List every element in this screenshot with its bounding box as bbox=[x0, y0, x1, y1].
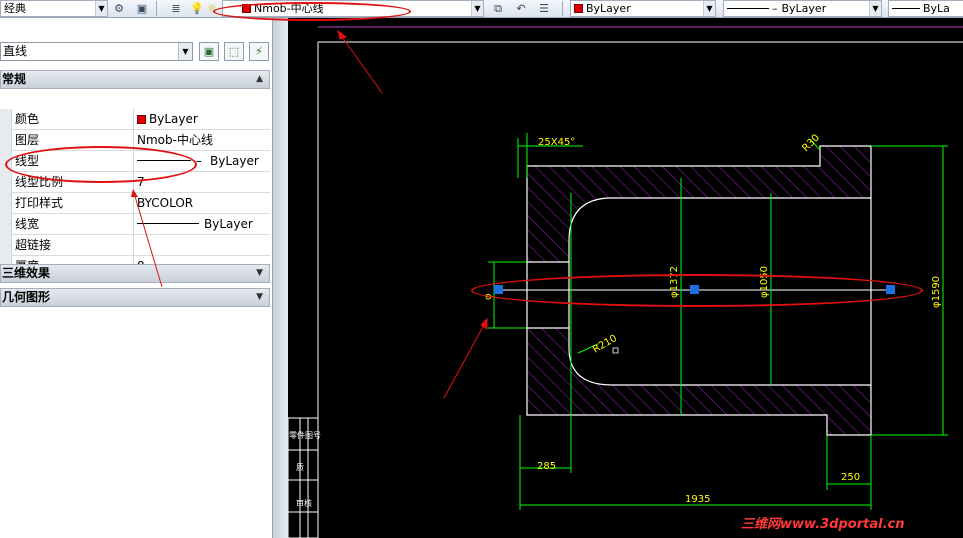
hatch-lower bbox=[527, 328, 871, 435]
make-current-layer-icon[interactable]: ⧉ bbox=[490, 1, 506, 16]
dim-r30: R30 bbox=[800, 132, 822, 154]
dim-1935: 1935 bbox=[685, 494, 710, 505]
lineweight-value: ByLa bbox=[923, 2, 950, 15]
layer-properties-icon[interactable]: ≣ bbox=[168, 1, 184, 16]
dim-r210: R210 bbox=[591, 333, 619, 356]
toolbar-divider bbox=[562, 1, 563, 16]
section-geometry-label: 几何图形 bbox=[2, 290, 51, 304]
chevron-down-icon: ▼ bbox=[703, 1, 715, 16]
section-general-label: 常规 bbox=[2, 72, 27, 86]
expand-icon: ▼ bbox=[256, 292, 263, 302]
collapse-icon: ▲ bbox=[256, 74, 263, 84]
toggle-pickadd-icon[interactable]: ▣ bbox=[199, 42, 219, 61]
workspace-settings-icon[interactable]: ▣ bbox=[134, 1, 150, 16]
annotation-ellipse-centerline bbox=[471, 274, 923, 307]
select-objects-icon[interactable]: ⬚ bbox=[224, 42, 244, 61]
color-swatch bbox=[574, 4, 583, 13]
annotation-ellipse-layer bbox=[213, 2, 411, 21]
expand-icon: ▼ bbox=[256, 268, 263, 278]
chevron-down-icon: ▼ bbox=[471, 1, 483, 16]
dim-chamfer: 25X45° bbox=[538, 137, 575, 148]
layer-state-icon[interactable]: ☰ bbox=[536, 1, 552, 16]
section-general[interactable]: 常规 ▲ bbox=[0, 70, 270, 89]
property-row-color[interactable]: 颜色 ByLayer bbox=[0, 109, 270, 130]
property-value-color[interactable]: ByLayer bbox=[137, 109, 270, 130]
property-value-layer[interactable]: Nmob-中心线 bbox=[137, 130, 270, 151]
object-type-dropdown[interactable]: 直线 ▼ bbox=[0, 42, 193, 61]
workspace-dropdown[interactable]: 经典 ▼ bbox=[0, 0, 108, 17]
annotation-ellipse-scale bbox=[5, 146, 197, 183]
linetype-value: ByLayer bbox=[781, 2, 827, 15]
section-geometry[interactable]: 几何图形 ▼ bbox=[0, 288, 270, 307]
watermark: 三维网www.3dportal.cn bbox=[741, 517, 905, 532]
color-dropdown[interactable]: ByLayer ▼ bbox=[570, 0, 716, 17]
dim-d1590: φ1590 bbox=[931, 276, 942, 308]
top-toolbar: 经典 ▼ ⚙ ▣ ≣ 💡 ☼ Nmob-中心线 ▼ ⧉ ↶ ☰ ByLayer … bbox=[0, 0, 963, 18]
dim-285: 285 bbox=[537, 461, 556, 472]
titleblock-mass: 质 bbox=[296, 462, 304, 472]
annotation-arrow-scale bbox=[131, 189, 163, 288]
gear-icon[interactable]: ⚙ bbox=[111, 1, 127, 16]
section-3d-effects-label: 三维效果 bbox=[2, 266, 51, 280]
color-swatch bbox=[137, 115, 146, 124]
bulb-icon[interactable]: 💡 bbox=[189, 1, 205, 16]
lineweight-dropdown[interactable]: ByLa bbox=[888, 0, 963, 17]
property-name: 打印样式 bbox=[15, 193, 134, 214]
property-name: 线宽 bbox=[15, 214, 134, 235]
chevron-down-icon: ▼ bbox=[95, 1, 107, 16]
annotation-arrows bbox=[337, 29, 488, 399]
color-value: ByLayer bbox=[586, 2, 631, 15]
property-name: 超链接 bbox=[15, 235, 134, 256]
quick-select-icon[interactable]: ⚡ bbox=[249, 42, 269, 61]
title-block: 零件图号 质 审核 bbox=[288, 417, 321, 538]
object-type-value: 直线 bbox=[3, 44, 28, 58]
workspace-value: 经典 bbox=[4, 2, 26, 15]
layer-previous-icon[interactable]: ↶ bbox=[513, 1, 529, 16]
dim-250: 250 bbox=[841, 472, 860, 483]
property-name: 颜色 bbox=[15, 109, 134, 130]
titleblock-review: 审核 bbox=[296, 498, 312, 508]
toolbar-divider bbox=[156, 1, 157, 16]
chevron-down-icon: ▼ bbox=[869, 1, 881, 16]
palette-title-strip[interactable] bbox=[272, 18, 288, 538]
linetype-dropdown[interactable]: – ByLayer ▼ bbox=[723, 0, 882, 17]
chevron-down-icon: ▼ bbox=[178, 43, 192, 60]
titleblock-part-no: 零件图号 bbox=[289, 430, 321, 440]
